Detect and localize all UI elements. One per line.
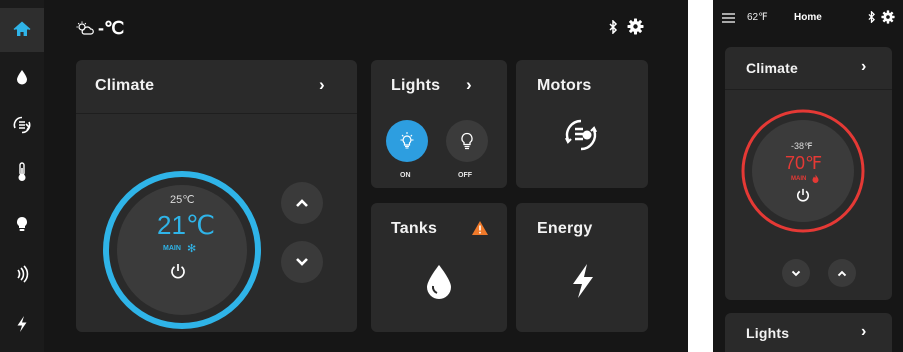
- phone-lights-title: Lights: [746, 325, 790, 341]
- power-icon[interactable]: [170, 263, 186, 279]
- temp-down-button[interactable]: [281, 241, 323, 283]
- outside-temperature: -℃: [98, 18, 125, 38]
- motors-icon: [565, 119, 597, 151]
- phone-power-icon[interactable]: [796, 188, 810, 202]
- tanks-card[interactable]: Tanks: [371, 203, 507, 332]
- chevron-down-icon: [296, 258, 308, 266]
- current-temperature: 21℃: [157, 210, 216, 240]
- phone-mode-label: MAIN: [791, 176, 807, 182]
- rail-item-water[interactable]: [0, 55, 44, 99]
- bulb-on-icon: [400, 132, 414, 149]
- set-temperature: 25℃: [170, 194, 195, 206]
- phone-temp-up-button[interactable]: [828, 259, 856, 287]
- energy-card[interactable]: Energy: [516, 203, 648, 332]
- phone-page-title: Home: [794, 12, 822, 23]
- phone-lights-card[interactable]: Lights ›: [725, 313, 892, 352]
- gear-icon[interactable]: [881, 10, 895, 24]
- bluetooth-icon[interactable]: [608, 20, 618, 34]
- home-icon: [13, 21, 31, 36]
- lights-card-title: Lights: [391, 77, 441, 94]
- snowflake-icon: ✻: [187, 243, 197, 255]
- motors-card-title: Motors: [537, 77, 592, 94]
- climate-card-title: Climate: [95, 77, 155, 94]
- chevron-up-icon: [296, 199, 308, 207]
- lights-chevron-icon[interactable]: ›: [466, 75, 472, 95]
- gear-icon[interactable]: [627, 18, 644, 35]
- phone-screen: 62℉ Home Climate › -38℉ 70℉ MAIN Lights …: [713, 0, 903, 352]
- top-bar: -℃: [44, 0, 688, 52]
- climate-chevron-icon[interactable]: ›: [319, 75, 325, 95]
- thermometer-icon: [18, 162, 26, 181]
- climate-fan-icon: [13, 116, 31, 134]
- bluetooth-icon[interactable]: [867, 11, 876, 23]
- phone-climate-title: Climate: [746, 60, 798, 76]
- rail-item-signal[interactable]: [0, 252, 44, 296]
- thermostat-dial[interactable]: [95, 163, 269, 337]
- rail-item-energy[interactable]: [0, 302, 44, 346]
- chevron-down-icon: [791, 270, 801, 276]
- lights-on-label: ON: [400, 172, 411, 179]
- climate-divider: [76, 113, 357, 114]
- tanks-card-title: Tanks: [391, 220, 438, 237]
- rail-item-climate[interactable]: [0, 103, 44, 147]
- lights-on-button[interactable]: [386, 120, 428, 162]
- partly-cloudy-icon: [76, 21, 94, 35]
- phone-climate-divider: [725, 89, 892, 90]
- temp-up-button[interactable]: [281, 182, 323, 224]
- water-drop-icon: [427, 265, 451, 299]
- phone-temp-down-button[interactable]: [782, 259, 810, 287]
- rail-item-temperature[interactable]: [0, 150, 44, 194]
- motors-card[interactable]: Motors: [516, 60, 648, 188]
- phone-current-temperature: 70℉: [785, 153, 823, 173]
- rail-item-home[interactable]: [0, 8, 44, 52]
- lightning-icon: [17, 316, 27, 332]
- phone-climate-chevron-icon[interactable]: ›: [861, 58, 866, 76]
- climate-card[interactable]: Climate › 25℃ 21℃ MAIN ✻: [76, 60, 357, 332]
- bulb-icon: [17, 217, 27, 231]
- bulb-off-icon: [461, 132, 473, 150]
- phone-outside-temperature: 62℉: [747, 12, 768, 23]
- water-drop-icon: [17, 70, 27, 85]
- lights-off-label: OFF: [458, 172, 472, 179]
- menu-icon[interactable]: [722, 13, 735, 23]
- lights-off-button[interactable]: [446, 120, 488, 162]
- lightning-icon: [573, 264, 593, 298]
- signal-waves-icon: [17, 265, 29, 283]
- tablet-screen: -℃ Climate › 25℃ 21℃ MAIN ✻ Lights › ON …: [0, 0, 688, 352]
- lights-card[interactable]: Lights › ON OFF: [371, 60, 507, 188]
- chevron-up-icon: [837, 270, 847, 276]
- phone-lights-chevron-icon[interactable]: ›: [861, 323, 866, 341]
- phone-climate-card[interactable]: Climate › -38℉ 70℉ MAIN: [725, 47, 892, 300]
- energy-card-title: Energy: [537, 220, 593, 237]
- side-rail: [0, 0, 44, 352]
- warning-icon: [472, 221, 488, 235]
- rail-item-lights[interactable]: [0, 202, 44, 246]
- phone-set-temperature: -38℉: [791, 141, 813, 151]
- mode-label: MAIN: [163, 245, 181, 252]
- flame-icon: [812, 174, 819, 183]
